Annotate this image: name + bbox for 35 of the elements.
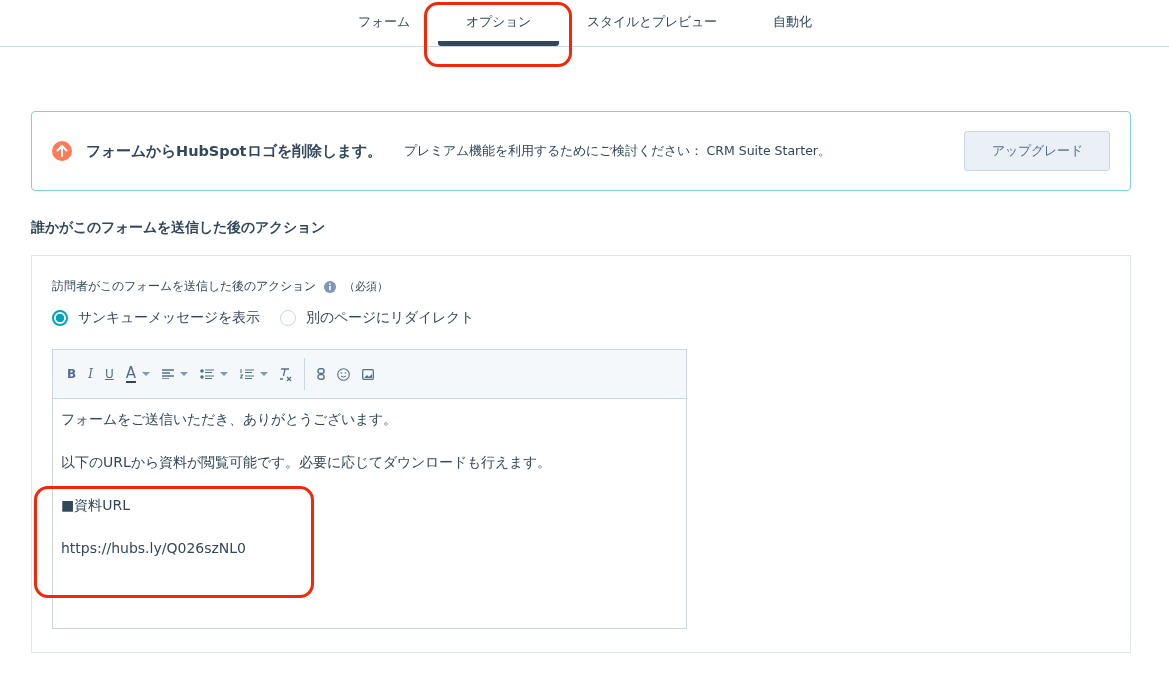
info-icon: [324, 280, 336, 293]
editor-paragraph: ■資料URL: [61, 496, 130, 515]
bold-button[interactable]: B: [67, 367, 77, 381]
bullet-list-icon[interactable]: [199, 369, 214, 379]
image-icon[interactable]: [361, 368, 374, 380]
caret-icon[interactable]: [219, 372, 228, 376]
banner-title: フォームからHubSpotロゴを削除します。: [86, 141, 382, 161]
emoji-icon[interactable]: [336, 367, 350, 381]
tab[interactable]: フォーム: [329, 0, 438, 46]
editor-paragraph: フォームをご送信いただき、ありがとうございます。: [61, 410, 397, 429]
upgrade-button[interactable]: アップグレード: [964, 131, 1110, 171]
section-title: 誰かがこのフォームを送信した後のアクション: [31, 219, 326, 237]
editor-paragraph: https://hubs.ly/Q026szNL0: [61, 539, 246, 558]
tab[interactable]: スタイルとプレビュー: [558, 0, 745, 46]
link-icon[interactable]: [316, 368, 325, 380]
rich-text-editor[interactable]: B I U A フォームをご送信いただき、ありがとうございます。 以下のURLから資料が閲覧可能です。必要に応じてダウンロードも行えます。 ■資料URL https://hubs.ly/Q026szNL0: [52, 349, 687, 629]
align-icon[interactable]: [161, 369, 174, 379]
numbered-list-icon[interactable]: [239, 369, 254, 379]
italic-button[interactable]: I: [88, 367, 93, 381]
banner-text: プレミアム機能を利用するためにご検討ください： CRM Suite Starter。: [403, 142, 832, 160]
tab[interactable]: オプション: [437, 0, 559, 46]
editor-paragraph: 以下のURLから資料が閲覧可能です。必要に応じてダウンロードも行えます。: [61, 453, 551, 472]
radio-label[interactable]: 別のページにリダイレクト: [306, 309, 474, 327]
field-label: 訪問者がこのフォームを送信した後のアクション: [52, 278, 316, 295]
radio-label[interactable]: サンキューメッセージを表示: [78, 309, 260, 327]
clear-format-icon[interactable]: [279, 367, 292, 381]
radio-button[interactable]: [52, 310, 68, 326]
caret-icon[interactable]: [141, 372, 150, 376]
required-label: （必須）: [344, 279, 388, 294]
tab[interactable]: 自動化: [744, 0, 840, 46]
caret-icon[interactable]: [179, 372, 188, 376]
arrow-up-icon: [52, 141, 72, 161]
text-color-button[interactable]: A: [125, 365, 136, 383]
underline-button[interactable]: U: [104, 367, 114, 381]
caret-icon[interactable]: [259, 372, 268, 376]
